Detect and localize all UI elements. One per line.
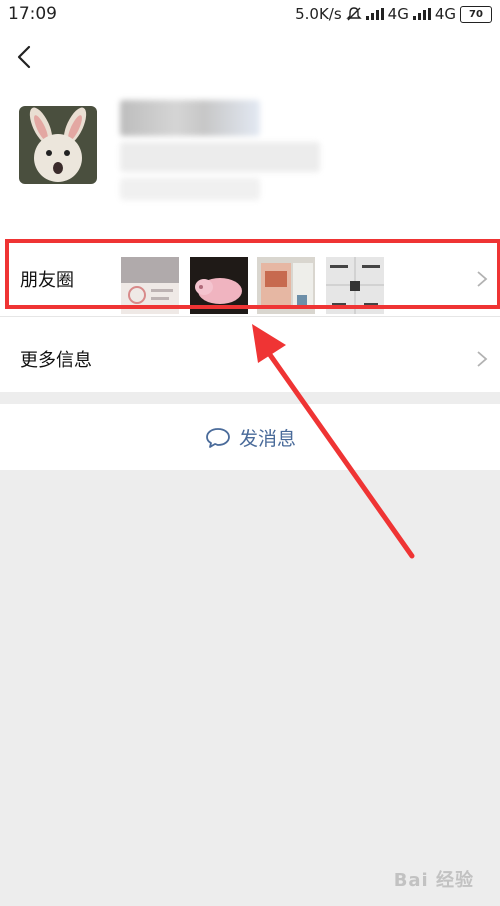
annotation-arrow-icon [252, 324, 415, 559]
watermark: Bai 经验 [393, 870, 474, 891]
